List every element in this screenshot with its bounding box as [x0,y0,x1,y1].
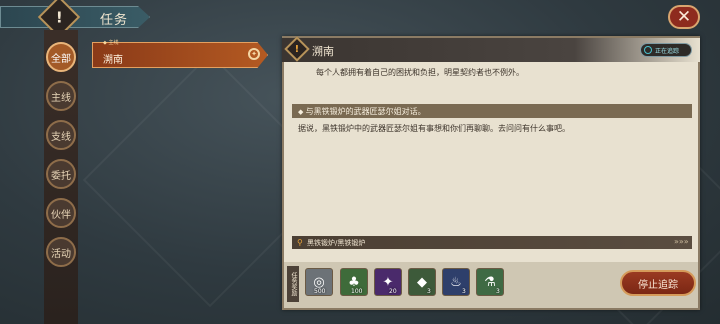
reward-count: 3 [462,288,466,295]
quest-type-tag: 主线 [103,39,118,46]
reward-count: 3 [427,288,431,295]
tab-side-quest[interactable]: 支线 [46,120,76,150]
tab-label: 主线 [51,92,71,104]
tab-all[interactable]: 全部 [46,42,76,72]
tracking-icon [644,46,652,54]
quest-quote: 每个人都拥有着自己的困扰和负担，明星契约者也不例外。 [316,68,524,77]
reward-count: 100 [351,288,363,295]
close-icon: ✕ [676,7,692,27]
tracking-status-text: 正在追踪 [655,47,680,55]
location-pin-icon: ⚲ [297,238,303,247]
quest-item-title: 溯南 [103,55,123,66]
flask-icon: ⚗ [484,274,496,290]
reward-count: 500 [314,288,326,295]
reward-item[interactable]: ◆ [408,268,436,296]
tab-label: 伙伴 [51,209,71,221]
objective-description: 据说，黑铁锻炉中的武器匠瑟尔姐有事想和你们再聊聊。去问问有什么事吧。 [298,124,570,133]
potion-icon: ♨ [450,274,462,290]
tab-label: 活动 [51,248,71,260]
chevron-right-icon: »»» [674,237,689,246]
tracking-status-badge: 正在追踪 [640,43,692,57]
tab-commission[interactable]: 委托 [46,159,76,189]
reward-label: 任务奖励 [287,266,299,302]
reward-item[interactable]: ✦ [374,268,402,296]
reward-count: 3 [496,288,500,295]
close-button[interactable]: ✕ [668,5,700,29]
tab-label: 委托 [51,170,71,182]
tab-event[interactable]: 活动 [46,237,76,267]
location-text: 黑铁锻炉/黑铁锻炉 [307,239,366,247]
tab-label: 全部 [51,53,71,65]
page-title: 任务 [100,13,129,28]
objective-text: 与黑铁锻炉的武器匠瑟尔姐对话。 [298,106,426,117]
quest-title: 溯南 [312,45,334,58]
tab-main-quest[interactable]: 主线 [46,81,76,111]
quest-detail-header [282,38,700,62]
tab-partner[interactable]: 伙伴 [46,198,76,228]
tracking-target-icon: ✦ [248,48,260,60]
reward-count: 20 [389,288,397,295]
tab-label: 支线 [51,131,71,143]
ore-icon: ◆ [417,274,427,290]
stop-tracking-button[interactable]: 停止追踪 [620,270,696,296]
